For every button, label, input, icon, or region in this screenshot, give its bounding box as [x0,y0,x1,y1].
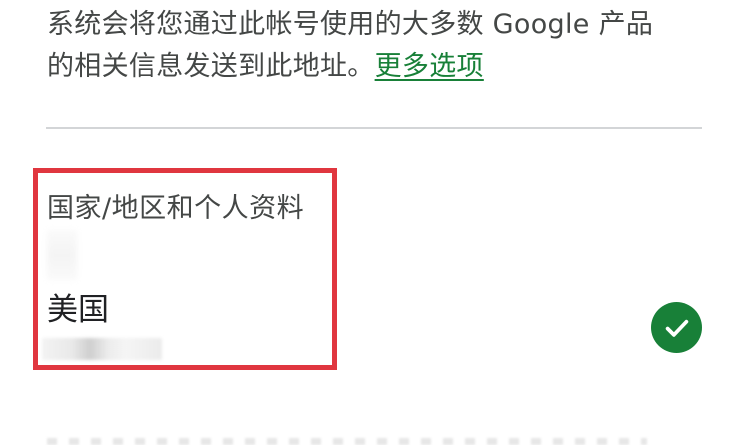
more-options-link[interactable]: 更多选项 [375,51,484,82]
info-paragraph: 系统会将您通过此帐号使用的大多数 Google 产品 的相关信息发送到此地址。更… [47,4,717,88]
cutoff-text-row [47,438,647,445]
check-circle-icon [651,302,702,353]
highlight-annotation-box [33,168,337,370]
info-text-line2: 的相关信息发送到此地址。 [47,51,375,82]
checkmark-icon [665,319,688,337]
account-settings-page: 系统会将您通过此帐号使用的大多数 Google 产品 的相关信息发送到此地址。更… [0,0,742,445]
info-text-line1: 系统会将您通过此帐号使用的大多数 Google 产品 [47,9,654,40]
section-divider [46,127,702,129]
